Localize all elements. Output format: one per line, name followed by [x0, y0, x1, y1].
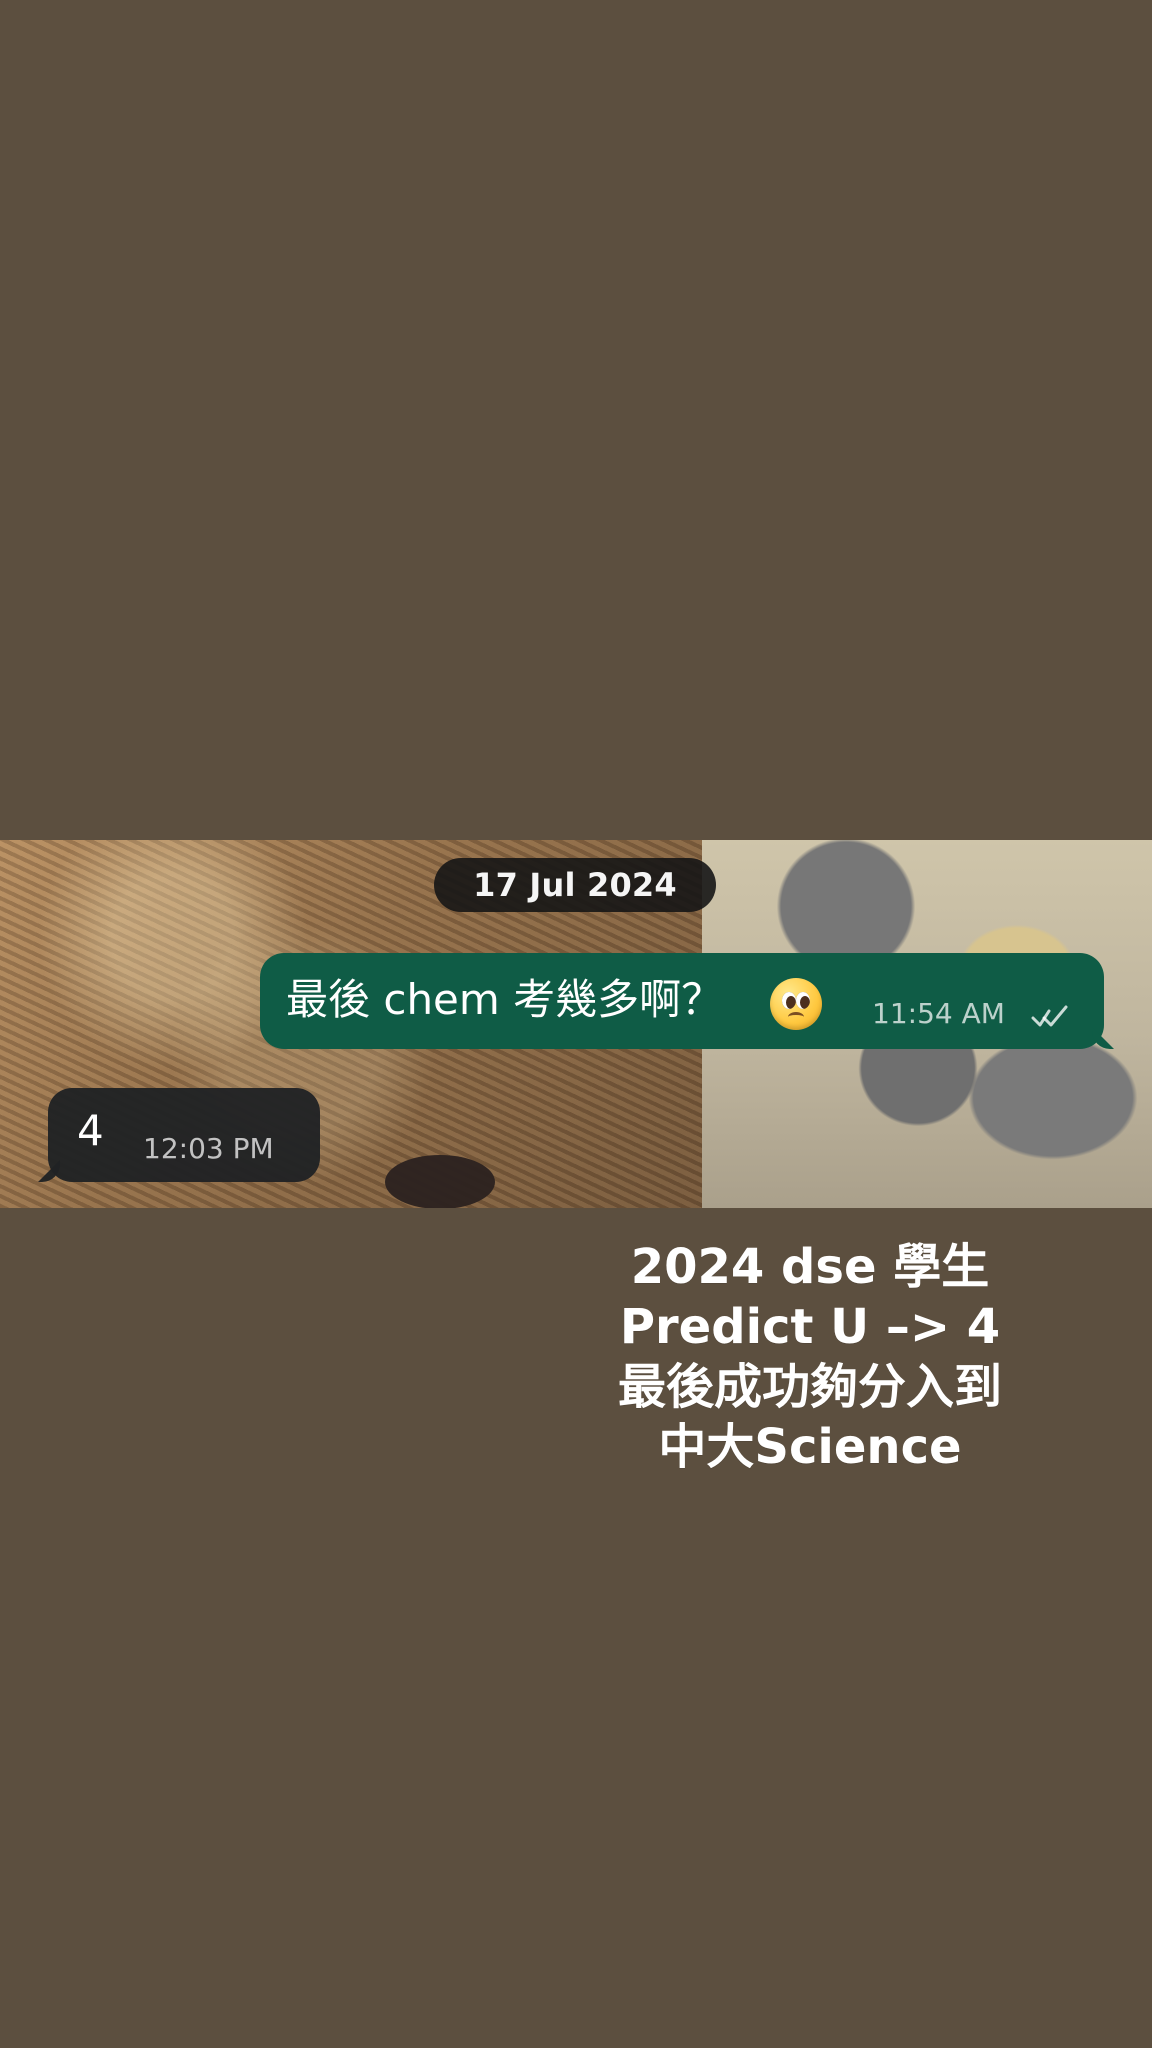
outgoing-message-time: 11:54 AM: [872, 997, 1005, 1030]
caption-line-1: 2024 dse 學生: [630, 1239, 990, 1295]
incoming-message-text: 4: [77, 1106, 104, 1155]
emoji-mouth: [788, 1012, 804, 1022]
outgoing-message-bubble[interactable]: 最後 chem 考幾多啊？ 11:54 AM: [260, 953, 1104, 1049]
emoji-right-eye: [796, 992, 810, 1009]
caption-line-2: Predict U –> 4: [619, 1299, 1001, 1355]
wallpaper-shadow: [385, 1155, 495, 1208]
emoji-left-eye: [782, 992, 796, 1009]
pleading-face-emoji-icon: [770, 978, 822, 1030]
story-caption: 2024 dse 學生 Predict U –> 4 最後成功夠分入到 中大Sc…: [560, 1237, 1060, 1477]
incoming-message-time: 12:03 PM: [143, 1132, 274, 1165]
chat-screenshot: 17 Jul 2024 最後 chem 考幾多啊？ 11:54 AM 4 12:…: [0, 840, 1152, 1208]
caption-line-4: 中大Science: [658, 1419, 962, 1475]
double-check-icon: [1031, 1005, 1068, 1027]
date-separator: 17 Jul 2024: [434, 858, 716, 912]
outgoing-message-text: 最後 chem 考幾多啊？: [286, 975, 724, 1024]
incoming-message-bubble[interactable]: 4 12:03 PM: [48, 1088, 320, 1182]
caption-line-3: 最後成功夠分入到: [617, 1359, 1002, 1415]
